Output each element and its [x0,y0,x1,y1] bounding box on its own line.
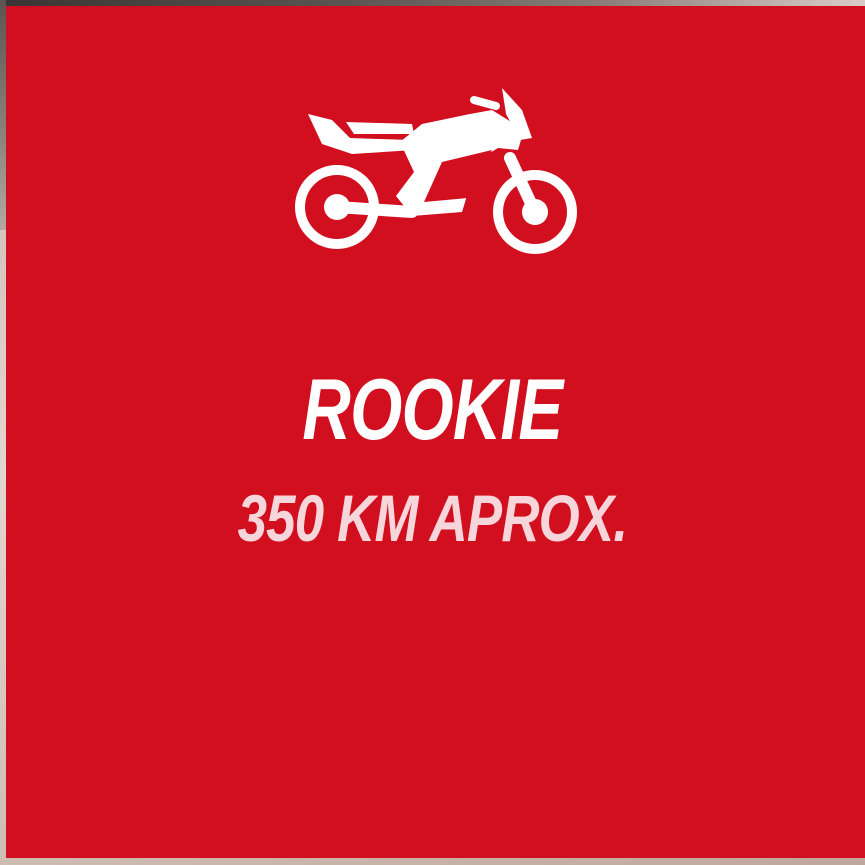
distance-label: 350 KM APROX. [237,481,628,555]
level-title: ROOKIE [302,362,563,458]
motorcycle-icon [295,88,577,254]
page: ROOKIE 350 KM APROX. [0,0,865,865]
